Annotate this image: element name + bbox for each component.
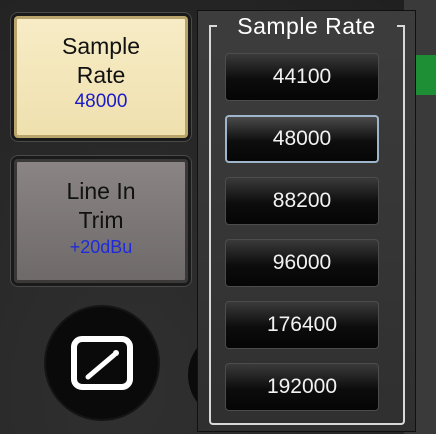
line-in-trim-label-line2: Trim: [78, 207, 124, 233]
line-in-trim-value: +20dBu: [69, 237, 133, 257]
sample-rate-option-selected[interactable]: 48000: [225, 115, 379, 163]
sample-rate-value: 48000: [74, 91, 128, 112]
sample-rate-popup: Sample Rate 44100 48000 88200 96000 1764…: [197, 10, 416, 432]
sample-rate-label-line1: Sample: [62, 33, 140, 59]
popup-title: Sample Rate: [237, 13, 376, 39]
meter-icon: [71, 336, 133, 390]
line-in-trim-button[interactable]: Line In Trim +20dBu: [14, 159, 188, 283]
line-in-trim-label-line1: Line In: [66, 178, 136, 204]
sample-rate-option[interactable]: 88200: [225, 177, 379, 225]
sample-rate-option[interactable]: 176400: [225, 301, 379, 349]
sample-rate-option[interactable]: 192000: [225, 363, 379, 411]
sample-rate-option[interactable]: 96000: [225, 239, 379, 287]
sample-rate-label-line2: Rate: [76, 62, 126, 88]
sample-rate-option[interactable]: 44100: [225, 53, 379, 101]
meter-button[interactable]: [46, 307, 158, 419]
sample-rate-button[interactable]: Sample Rate 48000: [14, 16, 188, 138]
